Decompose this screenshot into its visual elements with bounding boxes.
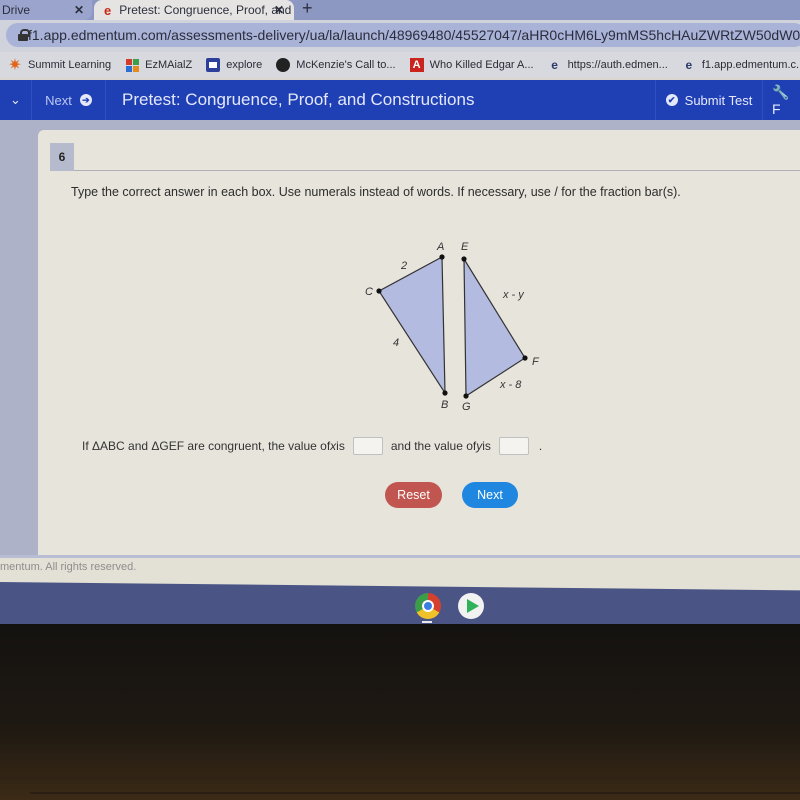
chevron-down-icon[interactable]: ⌄ (0, 80, 32, 120)
label-e: E (461, 241, 469, 253)
vertex-f (522, 355, 528, 361)
vertex-a (439, 254, 445, 260)
divider (74, 170, 800, 171)
answer-sentence: If ΔABC and ΔGEF are congruent, the valu… (82, 437, 542, 455)
tab-label: Drive (2, 3, 31, 17)
bezel-edge (30, 792, 800, 794)
answer-text: is (336, 439, 345, 453)
calendar-icon (206, 58, 221, 72)
side-label-ef: x - y (502, 289, 525, 301)
triangle-gef (463, 256, 526, 398)
close-icon[interactable]: ✕ (274, 3, 284, 17)
tab-pretest[interactable]: e Pretest: Congruence, Proof, and ✕ (94, 0, 294, 20)
edge-icon: e (104, 2, 112, 18)
submit-label: Submit Test (684, 92, 753, 108)
address-bar[interactable]: f1.app.edmentum.com/assessments-delivery… (6, 23, 800, 47)
bookmark-label: explore (226, 59, 263, 71)
vertex-g (463, 393, 469, 399)
copyright-text: mentum. All rights reserved. (0, 561, 137, 573)
reset-button[interactable]: Reset (385, 482, 442, 508)
next-button[interactable]: Next (462, 482, 518, 508)
bookmark-label: Who Killed Edgar A... (429, 59, 534, 71)
bookmark-label: f1.app.edmentum.c... (701, 59, 800, 71)
bookmark-auth-edmentum[interactable]: e https://auth.edmen... (548, 58, 668, 72)
label-b: B (441, 399, 448, 411)
next-label: Next (45, 92, 72, 108)
bookmark-ezmaialz[interactable]: EzMAialZ (125, 58, 192, 72)
label-g: G (462, 401, 471, 413)
globe-icon (276, 58, 291, 72)
side-label-ac: 2 (400, 260, 407, 272)
tab-label: Pretest: Congruence, Proof, and (119, 3, 292, 17)
bookmark-summit-learning[interactable]: ✷ Summit Learning (8, 57, 112, 74)
check-circle-icon: ✔ (665, 94, 678, 106)
browser-toolbar: f1.app.edmentum.com/assessments-delivery… (0, 20, 800, 52)
assessment-header: ⌄ Next ➔ Pretest: Congruence, Proof, and… (0, 80, 800, 120)
bookmark-mckenzie[interactable]: McKenzie's Call to... (276, 58, 396, 72)
vertex-e (461, 256, 467, 262)
label-c: C (365, 286, 373, 298)
question-instruction: Type the correct answer in each box. Use… (71, 185, 681, 199)
screen: Drive ✕ e Pretest: Congruence, Proof, an… (0, 0, 800, 620)
edge-icon: e (685, 58, 693, 72)
question-number: 6 (50, 143, 74, 171)
bookmark-label: EzMAialZ (145, 59, 193, 71)
test-title: Pretest: Congruence, Proof, and Construc… (122, 90, 475, 109)
bookmark-label: https://auth.edmen... (567, 59, 668, 71)
answer-text: If ΔABC and ΔGEF are congruent, the valu… (82, 439, 331, 453)
tools-button[interactable]: 🔧 F (766, 80, 800, 120)
answer-text: and the value of (390, 439, 477, 453)
grid-icon (125, 58, 139, 72)
submit-test-button[interactable]: ✔ Submit Test (655, 80, 763, 120)
wrench-icon: 🔧 F (772, 83, 790, 117)
vertex-b (442, 390, 448, 396)
triangle-abc (378, 256, 446, 396)
close-icon[interactable]: ✕ (74, 3, 84, 17)
new-tab-button[interactable]: + (302, 0, 313, 19)
label-a: A (436, 241, 444, 253)
side-label-fg: x - 8 (499, 379, 522, 391)
chrome-icon[interactable] (415, 593, 441, 619)
y-answer-input[interactable] (498, 437, 529, 455)
bookmark-label: McKenzie's Call to... (296, 59, 396, 71)
answer-period: . (538, 439, 543, 453)
tab-drive[interactable]: Drive ✕ (0, 0, 92, 20)
running-indicator (422, 621, 432, 623)
triangles-figure: A B C E F G 2 4 x - y x - 8 (365, 241, 540, 413)
edge-icon: e (551, 58, 558, 72)
bookmark-explore[interactable]: explore (206, 58, 262, 72)
x-answer-input[interactable] (352, 437, 383, 455)
bookmark-who-killed-edgar[interactable]: A Who Killed Edgar A... (409, 58, 534, 72)
laptop-bezel (0, 624, 800, 800)
play-store-icon[interactable] (458, 593, 484, 619)
side-label-cb: 4 (393, 337, 399, 349)
arrow-right-circle-icon: ➔ (79, 94, 92, 106)
answer-text: is (482, 439, 491, 453)
adobe-icon: A (409, 58, 424, 72)
sun-icon: ✷ (8, 57, 22, 74)
url-text[interactable]: f1.app.edmentum.com/assessments-delivery… (28, 27, 800, 43)
bookmark-f1-edmentum[interactable]: e f1.app.edmentum.c... (682, 58, 800, 72)
bookmark-label: Summit Learning (28, 59, 112, 71)
label-f: F (532, 356, 540, 368)
bezel-line (0, 778, 800, 779)
header-next-button[interactable]: Next ➔ (32, 80, 106, 120)
vertex-c (376, 288, 382, 294)
bookmarks-bar: ✷ Summit Learning EzMAialZ explore McKen… (0, 52, 800, 78)
tab-strip: Drive ✕ e Pretest: Congruence, Proof, an… (0, 0, 800, 20)
